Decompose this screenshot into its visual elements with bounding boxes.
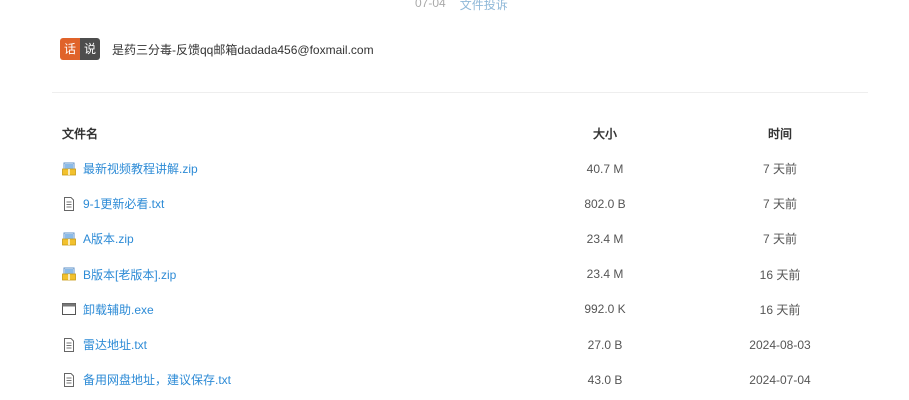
table-row[interactable]: B版本[老版本].zip 23.4 M 16 天前: [60, 257, 868, 292]
file-time: 2024-07-04: [749, 372, 811, 387]
file-link[interactable]: 备用网盘地址，建议保存.txt: [83, 371, 231, 388]
top-meta: 07-04 文件投诉: [415, 0, 508, 13]
text-file-icon: [62, 372, 76, 387]
file-link[interactable]: 最新视频教程讲解.zip: [83, 160, 198, 177]
file-size: 802.0 B: [584, 196, 626, 211]
talk-badge-left: 话: [60, 38, 80, 60]
table-row[interactable]: 雷达地址.txt 27.0 B 2024-08-03: [60, 327, 868, 362]
file-size: 23.4 M: [586, 231, 624, 246]
table-row[interactable]: 卸载辅助.exe 992.0 K 16 天前: [60, 292, 868, 327]
table-row[interactable]: A版本.zip 23.4 M 7 天前: [60, 221, 868, 256]
table-header: 文件名 大小 时间: [60, 116, 868, 151]
text-file-icon: [62, 337, 76, 352]
file-size: 992.0 K: [584, 302, 626, 317]
file-link[interactable]: B版本[老版本].zip: [83, 266, 176, 283]
file-time: 7 天前: [762, 232, 797, 247]
table-row[interactable]: 最新视频教程讲解.zip 40.7 M 7 天前: [60, 151, 868, 186]
talk-text: 是药三分毒-反馈qq邮箱dadada456@foxmail.com: [112, 42, 374, 57]
file-size: 27.0 B: [587, 337, 623, 352]
file-name-cell: 雷达地址.txt: [62, 336, 147, 353]
file-link[interactable]: 卸载辅助.exe: [83, 301, 154, 318]
file-table: 文件名 大小 时间 最新视频教程讲解.zip 40.7 M7 天前 9-1更新必看.…: [60, 116, 868, 397]
file-size: 40.7 M: [586, 161, 624, 176]
file-name-cell: 9-1更新必看.txt: [62, 195, 164, 212]
file-size: 43.0 B: [587, 372, 623, 387]
file-size: 23.4 M: [586, 267, 624, 282]
top-date: 07-04: [415, 0, 446, 10]
file-time: 7 天前: [762, 197, 797, 212]
file-link[interactable]: A版本.zip: [83, 230, 134, 247]
file-link[interactable]: 雷达地址.txt: [83, 336, 147, 353]
divider: [52, 92, 868, 93]
file-time: 16 天前: [759, 267, 801, 282]
file-time: 2024-08-03: [749, 337, 811, 352]
report-link[interactable]: 文件投诉: [460, 0, 508, 13]
table-row[interactable]: 备用网盘地址，建议保存.txt 43.0 B 2024-07-04: [60, 362, 868, 397]
zip-file-icon: [62, 232, 76, 246]
talk-badge-right: 说: [80, 38, 100, 60]
page: 07-04 文件投诉 话 说 是药三分毒-反馈qq邮箱dadada456@fox…: [0, 0, 909, 400]
talk-section: 话 说 是药三分毒-反馈qq邮箱dadada456@foxmail.com: [60, 38, 374, 60]
table-row[interactable]: 9-1更新必看.txt 802.0 B 7 天前: [60, 186, 868, 221]
file-link[interactable]: 9-1更新必看.txt: [83, 195, 164, 212]
header-name: 文件名: [62, 127, 99, 141]
table-body: 最新视频教程讲解.zip 40.7 M 7 天前 9-1更新必看.txt 802.0 B…: [60, 151, 868, 397]
file-name-cell: 卸载辅助.exe: [62, 301, 154, 318]
file-time: 16 天前: [759, 302, 801, 317]
talk-badge: 话 说: [60, 38, 100, 60]
file-time: 7 天前: [762, 162, 797, 177]
zip-file-icon: [62, 267, 76, 281]
file-name-cell: B版本[老版本].zip: [62, 266, 176, 283]
file-name-cell: A版本.zip: [62, 230, 134, 247]
file-name-cell: 备用网盘地址，建议保存.txt: [62, 371, 231, 388]
file-name-cell: 最新视频教程讲解.zip: [62, 160, 198, 177]
header-time: 时间: [767, 127, 792, 141]
zip-file-icon: [62, 162, 76, 176]
exe-file-icon: [62, 302, 76, 316]
header-size: 大小: [592, 127, 617, 141]
text-file-icon: [62, 196, 76, 211]
